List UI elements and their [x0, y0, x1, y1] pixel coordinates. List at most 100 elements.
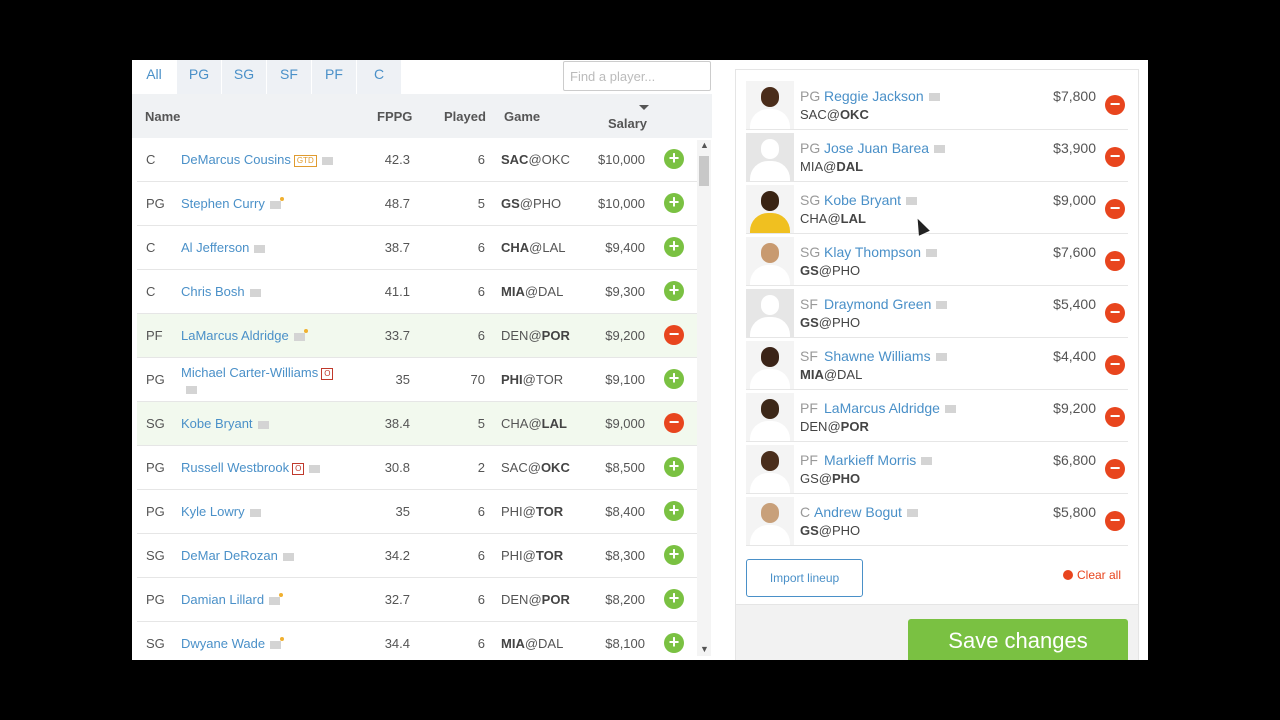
player-name-link[interactable]: Al Jefferson	[181, 240, 361, 255]
lineup-player-link[interactable]: Andrew Bogut	[814, 504, 918, 520]
remove-player-button[interactable]: −	[664, 413, 684, 433]
game-home: PHO	[832, 315, 861, 330]
table-row[interactable]: SG Dwyane Wade 34.4 6 MIA@DAL $8,100 +	[137, 622, 697, 656]
col-game[interactable]: Game	[504, 109, 540, 124]
add-player-button[interactable]: +	[664, 281, 684, 301]
news-icon[interactable]	[934, 145, 946, 154]
news-icon[interactable]	[257, 420, 269, 429]
table-row[interactable]: C Al Jefferson 38.7 6 CHA@LAL $9,400 +	[137, 226, 697, 270]
news-icon[interactable]	[935, 353, 947, 362]
lineup-player-link[interactable]: Markieff Morris	[824, 452, 933, 468]
player-name-link[interactable]: Stephen Curry	[181, 196, 361, 211]
news-icon[interactable]	[921, 457, 933, 466]
game-home: TOR	[535, 372, 564, 387]
news-icon[interactable]	[282, 552, 294, 561]
news-icon[interactable]	[249, 508, 261, 517]
remove-player-button[interactable]: −	[664, 325, 684, 345]
add-player-button[interactable]: +	[664, 193, 684, 213]
lineup-player-link[interactable]: Draymond Green	[824, 296, 948, 312]
import-lineup-button[interactable]: Import lineup	[746, 559, 863, 597]
player-name-link[interactable]: Kobe Bryant	[181, 416, 361, 431]
add-player-button[interactable]: +	[664, 149, 684, 169]
remove-player-button[interactable]: −	[1105, 355, 1125, 375]
remove-player-button[interactable]: −	[1105, 459, 1125, 479]
player-name-link[interactable]: DeMar DeRozan	[181, 548, 361, 563]
news-icon[interactable]	[936, 301, 948, 310]
tab-sg[interactable]: SG	[222, 60, 266, 94]
lineup-game: MIA@DAL	[800, 367, 862, 382]
news-icon[interactable]	[249, 288, 261, 297]
tab-all[interactable]: All	[132, 60, 176, 94]
tab-pf[interactable]: PF	[312, 60, 356, 94]
table-row[interactable]: PG Russell Westbrook O 30.8 2 SAC@OKC $8,500 +	[137, 446, 697, 490]
remove-player-button[interactable]: −	[1105, 511, 1125, 531]
player-name-link[interactable]: Chris Bosh	[181, 284, 361, 299]
scroll-thumb[interactable]	[699, 156, 709, 186]
news-icon[interactable]	[270, 636, 285, 649]
table-row[interactable]: PG Michael Carter-Williams O 35 70 PHI@TOR $9,…	[137, 358, 697, 402]
news-icon[interactable]	[928, 93, 940, 102]
add-player-button[interactable]: +	[664, 633, 684, 653]
col-name[interactable]: Name	[145, 109, 180, 124]
player-name-link[interactable]: Russell Westbrook O	[181, 460, 361, 475]
player-name-link[interactable]: Michael Carter-Williams O	[181, 365, 361, 397]
news-icon[interactable]	[254, 244, 266, 253]
news-icon[interactable]	[926, 249, 938, 258]
remove-player-button[interactable]: −	[1105, 251, 1125, 271]
news-icon[interactable]	[944, 405, 956, 414]
lineup-player-link[interactable]: Shawne Williams	[824, 348, 947, 364]
lineup-player-link[interactable]: Kobe Bryant	[824, 192, 918, 208]
lineup-player-link[interactable]: LaMarcus Aldridge	[824, 400, 956, 416]
player-name-link[interactable]: LaMarcus Aldridge	[181, 328, 361, 343]
add-player-button[interactable]: +	[664, 545, 684, 565]
add-player-button[interactable]: +	[664, 589, 684, 609]
remove-player-button[interactable]: −	[1105, 95, 1125, 115]
remove-player-button[interactable]: −	[1105, 303, 1125, 323]
news-icon[interactable]	[186, 385, 197, 394]
col-fppg[interactable]: FPPG	[377, 109, 412, 124]
table-row[interactable]: SG Kobe Bryant 38.4 5 CHA@LAL $9,000 −	[137, 402, 697, 446]
clear-all-link[interactable]: Clear all	[1063, 568, 1121, 582]
lineup-player-link[interactable]: Reggie Jackson	[824, 88, 940, 104]
player-name: Dwyane Wade	[181, 636, 266, 651]
table-row[interactable]: PG Damian Lillard 32.7 6 DEN@POR $8,200 +	[137, 578, 697, 622]
lineup-player-link[interactable]: Klay Thompson	[824, 244, 938, 260]
table-row[interactable]: C Chris Bosh 41.1 6 MIA@DAL $9,300 +	[137, 270, 697, 314]
news-icon[interactable]	[269, 196, 284, 209]
add-player-button[interactable]: +	[664, 369, 684, 389]
table-row[interactable]: PG Kyle Lowry 35 6 PHI@TOR $8,400 +	[137, 490, 697, 534]
player-name-link[interactable]: DeMarcus Cousins GTD	[181, 152, 361, 167]
player-name-link[interactable]: Kyle Lowry	[181, 504, 361, 519]
add-player-button[interactable]: +	[664, 501, 684, 521]
player-played: 6	[477, 284, 485, 299]
player-name-link[interactable]: Damian Lillard	[181, 592, 361, 607]
table-row[interactable]: PG Stephen Curry 48.7 5 GS@PHO $10,000 +	[137, 182, 697, 226]
news-icon[interactable]	[269, 592, 284, 605]
add-player-button[interactable]: +	[664, 237, 684, 257]
news-icon[interactable]	[293, 328, 308, 341]
remove-player-button[interactable]: −	[1105, 147, 1125, 167]
table-scrollbar[interactable]: ▲ ▼	[697, 140, 711, 656]
game-at: @	[823, 159, 837, 174]
player-search-input[interactable]	[563, 61, 711, 91]
lineup-player-link[interactable]: Jose Juan Barea	[824, 140, 946, 156]
news-icon[interactable]	[906, 197, 918, 206]
table-row[interactable]: C DeMarcus Cousins GTD 42.3 6 SAC@OKC $10,000 +	[137, 138, 697, 182]
add-player-button[interactable]: +	[664, 457, 684, 477]
table-row[interactable]: SG DeMar DeRozan 34.2 6 PHI@TOR $8,300 +	[137, 534, 697, 578]
col-played[interactable]: Played	[444, 109, 486, 124]
scroll-up-icon[interactable]: ▲	[700, 140, 709, 150]
news-icon[interactable]	[321, 156, 333, 165]
remove-player-button[interactable]: −	[1105, 199, 1125, 219]
scroll-down-icon[interactable]: ▼	[700, 644, 709, 654]
tab-c[interactable]: C	[357, 60, 401, 94]
table-row[interactable]: PF LaMarcus Aldridge 33.7 6 DEN@POR $9,200 −	[137, 314, 697, 358]
news-icon[interactable]	[906, 509, 918, 518]
player-name-link[interactable]: Dwyane Wade	[181, 636, 361, 651]
news-icon[interactable]	[309, 464, 321, 473]
tab-pg[interactable]: PG	[177, 60, 221, 94]
col-salary[interactable]: Salary	[608, 116, 647, 131]
save-changes-button[interactable]: Save changes	[908, 619, 1128, 660]
tab-sf[interactable]: SF	[267, 60, 311, 94]
remove-player-button[interactable]: −	[1105, 407, 1125, 427]
